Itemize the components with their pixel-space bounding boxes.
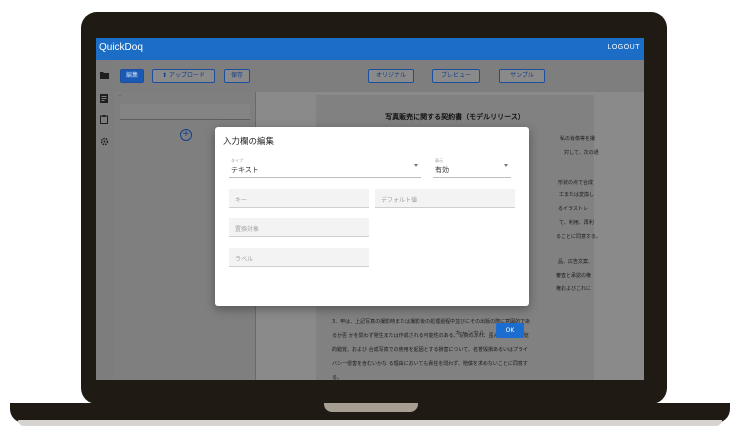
doc-snippet: 対して、次の通 bbox=[564, 150, 599, 156]
chevron-down-icon bbox=[504, 164, 508, 167]
clipboard-icon[interactable] bbox=[99, 115, 109, 125]
upload-icon: ⬆ bbox=[162, 72, 168, 79]
doc-snippet: ることに同意する。 bbox=[556, 234, 602, 240]
doc-snippet: 形状の点で合成 bbox=[558, 180, 594, 186]
folder-icon[interactable] bbox=[99, 71, 109, 81]
display-select[interactable]: 表示 有効 bbox=[433, 156, 511, 178]
label-field[interactable]: ラベル bbox=[229, 248, 369, 267]
default-value-field[interactable]: デフォルト値 bbox=[375, 189, 515, 208]
display-select-value: 有効 bbox=[435, 166, 449, 174]
logout-button[interactable]: LOGOUT bbox=[607, 44, 640, 51]
add-field-icon[interactable]: + bbox=[180, 129, 192, 141]
toolbar: 編集 ⬆ アップロード 保存 オリジナル プレビュー サンプル bbox=[114, 60, 644, 92]
save-button[interactable]: 保存 bbox=[224, 69, 250, 83]
doc-snippet: るイラストレ bbox=[558, 206, 588, 212]
laptop-shadow bbox=[18, 420, 722, 426]
ok-button[interactable]: OK bbox=[496, 323, 524, 338]
document-icon[interactable] bbox=[99, 94, 109, 104]
doc-line: バシー侵害を含むいかな る理由においても責任を問わず、賠償を求めないことに同意す bbox=[332, 361, 528, 367]
document-title: 写真販売に関する契約書（モデルリリース） bbox=[385, 113, 525, 121]
app-bar: QuickDoq LOGOUT bbox=[96, 38, 644, 60]
label-placeholder: ラベル bbox=[235, 256, 254, 263]
cancel-button[interactable]: キャンセル bbox=[455, 328, 485, 337]
tab-preview[interactable]: プレビュー bbox=[432, 69, 480, 83]
panel-field[interactable] bbox=[120, 104, 250, 120]
upload-button[interactable]: ⬆ アップロード bbox=[152, 69, 215, 83]
doc-snippet: 品、広告文案、 bbox=[558, 259, 594, 265]
doc-line: 的錯覚、および 合成写真での使用を起因とする損害について、名誉毀損あるいはプライ bbox=[332, 347, 529, 353]
upload-label: アップロード bbox=[168, 72, 205, 79]
tab-sample[interactable]: サンプル bbox=[499, 69, 545, 83]
doc-line: る。 bbox=[332, 375, 343, 380]
laptop-notch bbox=[324, 403, 418, 412]
doc-snippet: 権およびこれに bbox=[556, 286, 592, 292]
edit-button[interactable]: 編集 bbox=[120, 69, 144, 83]
edit-field-dialog: 入力欄の編集 タイプ テキスト 表示 有効 キー デフォルト値 置換対象 ラベル… bbox=[215, 127, 529, 338]
type-select[interactable]: タイプ テキスト bbox=[229, 156, 421, 178]
doc-snippet: 審査と承認の権 bbox=[556, 273, 592, 279]
key-placeholder: キー bbox=[235, 197, 248, 204]
doc-snippet: 工または変換し bbox=[559, 192, 595, 198]
app-screen: QuickDoq LOGOUT 編集 ⬆ アップロード 保存 オリジナル プレビ… bbox=[96, 38, 644, 380]
key-field[interactable]: キー bbox=[229, 189, 369, 208]
doc-snippet: 私の肖像等を撮 bbox=[560, 136, 596, 142]
doc-snippet: て、利用、再利 bbox=[559, 220, 594, 226]
settings-icon[interactable] bbox=[99, 137, 109, 147]
default-value-placeholder: デフォルト値 bbox=[381, 197, 418, 204]
replace-target-placeholder: 置換対象 bbox=[235, 226, 260, 233]
dialog-title: 入力欄の編集 bbox=[223, 137, 275, 147]
tab-original[interactable]: オリジナル bbox=[368, 69, 414, 83]
panel-marker: - bbox=[119, 93, 121, 99]
type-select-label: タイプ bbox=[231, 158, 243, 163]
display-select-label: 表示 bbox=[435, 158, 443, 163]
side-rail bbox=[96, 60, 114, 380]
replace-target-field[interactable]: 置換対象 bbox=[229, 218, 369, 237]
type-select-value: テキスト bbox=[231, 166, 259, 174]
app-title: QuickDoq bbox=[99, 42, 143, 53]
chevron-down-icon bbox=[414, 164, 418, 167]
